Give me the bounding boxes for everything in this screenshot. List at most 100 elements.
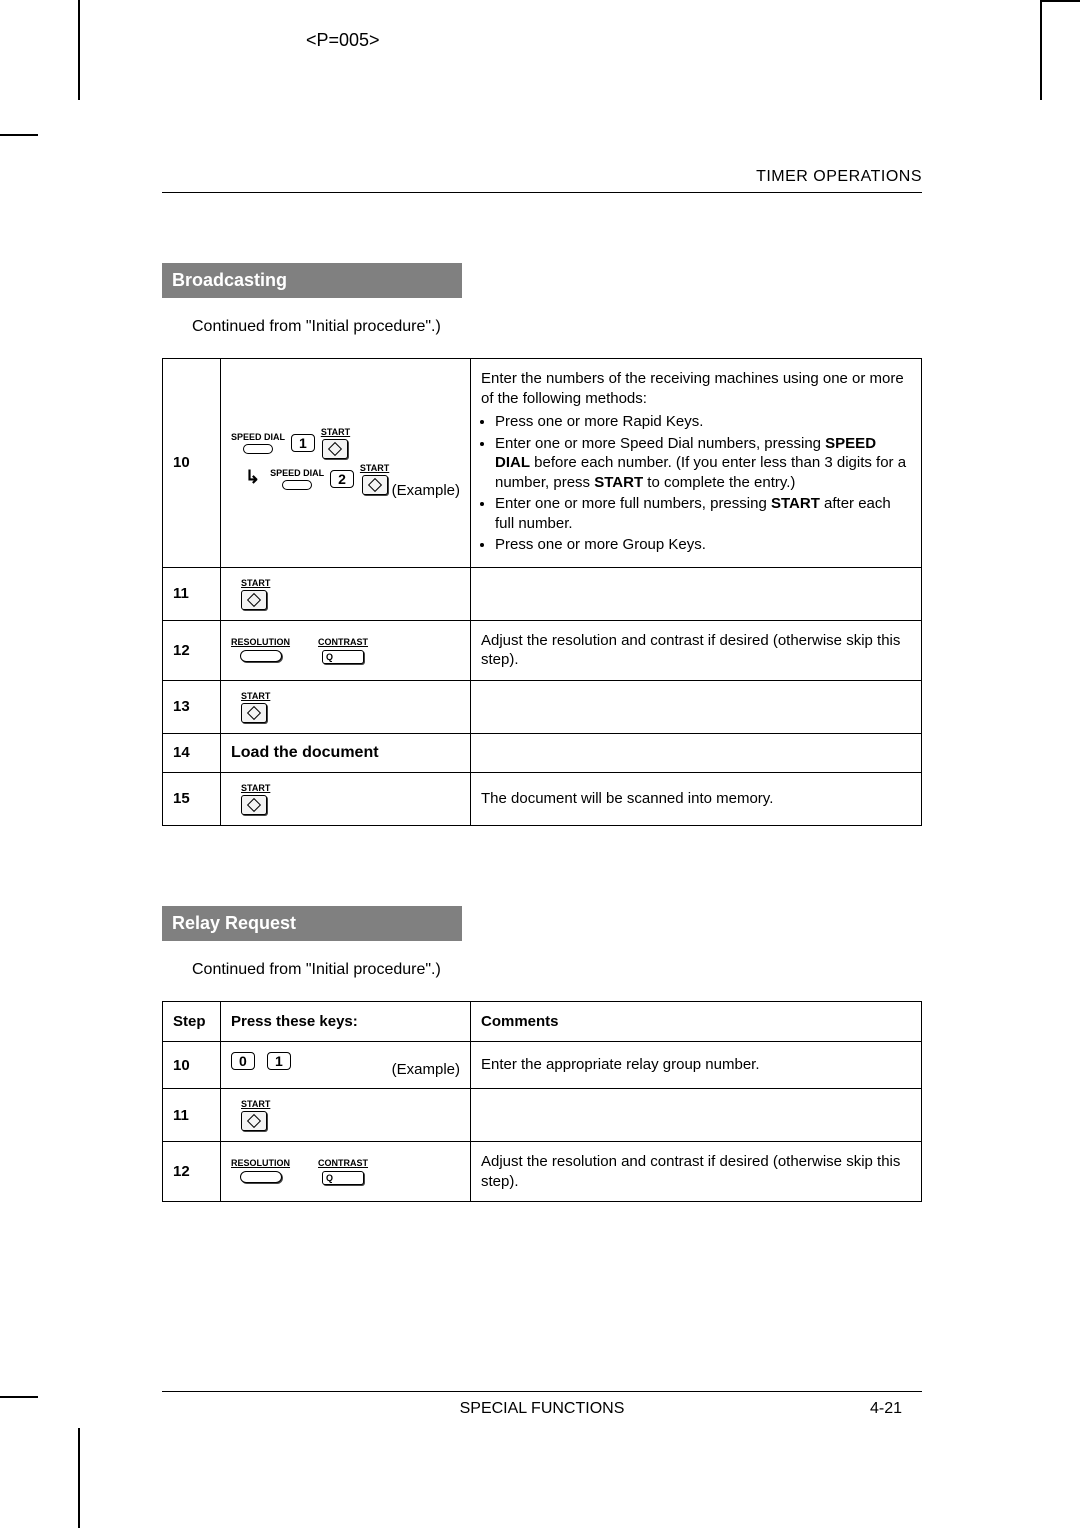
start-key-icon bbox=[322, 439, 348, 459]
keys-cell: 0 1 (Example) bbox=[221, 1042, 471, 1089]
list-item: Enter one or more Speed Dial numbers, pr… bbox=[495, 434, 911, 493]
bold-text: START bbox=[771, 495, 820, 512]
footer-section: SPECIAL FUNCTIONS bbox=[460, 1400, 625, 1418]
keys-cell: START bbox=[221, 1089, 471, 1142]
start-key-icon bbox=[362, 475, 388, 495]
start-label: START bbox=[241, 691, 270, 701]
load-document-text: Load the document bbox=[231, 744, 379, 761]
keys-cell: RESOLUTION CONTRAST Q bbox=[221, 1142, 471, 1202]
start-key-icon bbox=[241, 590, 267, 610]
diamond-icon bbox=[247, 1114, 261, 1128]
contrast-key-icon: Q bbox=[322, 1171, 364, 1185]
broadcasting-steps-table: 10 SPEED DIAL 1 START bbox=[162, 358, 922, 826]
start-label: START bbox=[241, 1099, 270, 1109]
step-number: 14 bbox=[163, 733, 221, 772]
text: Enter one or more Speed Dial numbers, pr… bbox=[495, 435, 825, 452]
step-number: 13 bbox=[163, 680, 221, 733]
comments-cell: Adjust the resolution and contrast if de… bbox=[471, 620, 922, 680]
contrast-key-icon: Q bbox=[322, 650, 364, 664]
header-keys: Press these keys: bbox=[221, 1001, 471, 1042]
comments-cell bbox=[471, 567, 922, 620]
speed-dial-label: SPEED DIAL bbox=[231, 432, 285, 442]
step-number: 12 bbox=[163, 1142, 221, 1202]
section-heading-broadcasting: Broadcasting bbox=[162, 263, 462, 298]
table-header-row: Step Press these keys: Comments bbox=[163, 1001, 922, 1042]
table-row: 11 START bbox=[163, 1089, 922, 1142]
digit-key: 0 bbox=[231, 1052, 255, 1070]
comments-cell bbox=[471, 680, 922, 733]
example-label: (Example) bbox=[392, 1061, 460, 1078]
comments-cell: Enter the numbers of the receiving machi… bbox=[471, 359, 922, 568]
crop-mark bbox=[0, 1396, 38, 1398]
list-item: Enter one or more full numbers, pressing… bbox=[495, 494, 911, 533]
start-key-icon bbox=[241, 795, 267, 815]
diamond-icon bbox=[247, 592, 261, 606]
keys-cell: RESOLUTION CONTRAST Q bbox=[221, 620, 471, 680]
continued-note: Continued from "Initial procedure".) bbox=[192, 961, 922, 979]
continued-note: Continued from "Initial procedure".) bbox=[192, 318, 922, 336]
start-label: START bbox=[360, 463, 389, 473]
comments-cell: The document will be scanned into memory… bbox=[471, 772, 922, 825]
start-label: START bbox=[241, 783, 270, 793]
table-row: 12 RESOLUTION CONTRAST Q Adjust the reso… bbox=[163, 1142, 922, 1202]
comments-cell: Adjust the resolution and contrast if de… bbox=[471, 1142, 922, 1202]
page-code: <P=005> bbox=[306, 30, 380, 51]
diamond-icon bbox=[328, 442, 342, 456]
resolution-key-icon bbox=[240, 1171, 282, 1183]
running-header: TIMER OPERATIONS bbox=[162, 168, 922, 186]
start-label: START bbox=[321, 427, 350, 437]
comment-intro: Enter the numbers of the receiving machi… bbox=[481, 370, 904, 407]
table-row: 13 START bbox=[163, 680, 922, 733]
start-label: START bbox=[241, 578, 270, 588]
text: Enter one or more full numbers, pressing bbox=[495, 495, 771, 512]
q-label: Q bbox=[326, 1173, 333, 1183]
table-row: 15 START The document will be scanned in… bbox=[163, 772, 922, 825]
relay-steps-table: Step Press these keys: Comments 10 0 1 (… bbox=[162, 1001, 922, 1203]
crop-mark bbox=[1040, 0, 1042, 100]
step-number: 11 bbox=[163, 567, 221, 620]
diamond-icon bbox=[247, 705, 261, 719]
step-number: 11 bbox=[163, 1089, 221, 1142]
speed-dial-key-icon bbox=[282, 480, 312, 490]
digit-key: 1 bbox=[291, 434, 315, 452]
header-step: Step bbox=[163, 1001, 221, 1042]
step-number: 15 bbox=[163, 772, 221, 825]
comments-cell bbox=[471, 1089, 922, 1142]
elbow-connector-icon: ↳ bbox=[245, 472, 260, 482]
list-item: Press one or more Rapid Keys. bbox=[495, 412, 911, 432]
q-label: Q bbox=[326, 652, 333, 662]
section-heading-relay: Relay Request bbox=[162, 906, 462, 941]
step-number: 12 bbox=[163, 620, 221, 680]
speed-dial-label: SPEED DIAL bbox=[270, 468, 324, 478]
keys-cell: Load the document bbox=[221, 733, 471, 772]
keys-cell: START bbox=[221, 680, 471, 733]
diamond-icon bbox=[368, 478, 382, 492]
diamond-icon bbox=[247, 797, 261, 811]
comments-cell bbox=[471, 733, 922, 772]
crop-mark bbox=[78, 0, 80, 100]
keys-cell: START bbox=[221, 567, 471, 620]
start-key-icon bbox=[241, 1111, 267, 1131]
resolution-label: RESOLUTION bbox=[231, 637, 290, 647]
table-row: 10 0 1 (Example) Enter the appropriate r… bbox=[163, 1042, 922, 1089]
footer-page-number: 4-21 bbox=[870, 1400, 902, 1418]
digit-key: 1 bbox=[267, 1052, 291, 1070]
contrast-label: CONTRAST bbox=[318, 1158, 368, 1168]
contrast-label: CONTRAST bbox=[318, 637, 368, 647]
crop-mark bbox=[1042, 0, 1080, 2]
page-footer: SPECIAL FUNCTIONS 4-21 bbox=[162, 1391, 922, 1418]
table-row: 14 Load the document bbox=[163, 733, 922, 772]
speed-dial-key-icon bbox=[243, 444, 273, 454]
bold-text: START bbox=[594, 474, 643, 491]
crop-mark bbox=[0, 134, 38, 136]
crop-mark bbox=[78, 1428, 80, 1528]
table-row: 12 RESOLUTION CONTRAST Q Adjust the reso… bbox=[163, 620, 922, 680]
header-comments: Comments bbox=[471, 1001, 922, 1042]
step-number: 10 bbox=[163, 1042, 221, 1089]
step-number: 10 bbox=[163, 359, 221, 568]
list-item: Press one or more Group Keys. bbox=[495, 535, 911, 555]
resolution-key-icon bbox=[240, 650, 282, 662]
table-row: 11 START bbox=[163, 567, 922, 620]
start-key-icon bbox=[241, 703, 267, 723]
text: to complete the entry.) bbox=[643, 474, 795, 491]
